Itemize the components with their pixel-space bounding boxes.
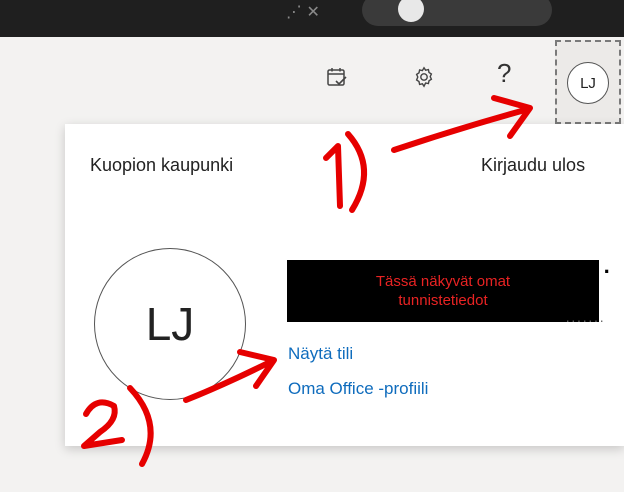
redaction-dots-underline: ······· (565, 312, 605, 328)
office-profile-link[interactable]: Oma Office -profiili (288, 379, 428, 399)
account-avatar[interactable]: LJ (567, 62, 609, 104)
help-icon[interactable]: ? (497, 58, 511, 89)
profile-pill[interactable] (362, 0, 552, 26)
calendar-check-icon[interactable] (322, 62, 352, 92)
browser-topbar: ⋰ ✕ (0, 0, 624, 37)
profile-avatar: LJ (94, 248, 246, 400)
account-panel: Kuopion kaupunki Kirjaudu ulos LJ Tässä … (65, 124, 624, 446)
gear-icon[interactable] (409, 62, 439, 92)
redacted-identity: Tässä näkyvät omat tunnistetiedot ··· ··… (287, 260, 611, 328)
profile-pill-avatar (398, 0, 424, 22)
view-account-link[interactable]: Näytä tili (288, 344, 353, 364)
redaction-dots: ··· (585, 259, 613, 284)
organization-name: Kuopion kaupunki (90, 155, 234, 175)
account-button-highlight[interactable]: LJ (555, 40, 621, 124)
sign-out-link[interactable]: Kirjaudu ulos (481, 155, 585, 176)
redaction-note: Tässä näkyvät omat tunnistetiedot (375, 273, 511, 309)
topbar-ghost-icons: ⋰ ✕ (286, 4, 320, 21)
